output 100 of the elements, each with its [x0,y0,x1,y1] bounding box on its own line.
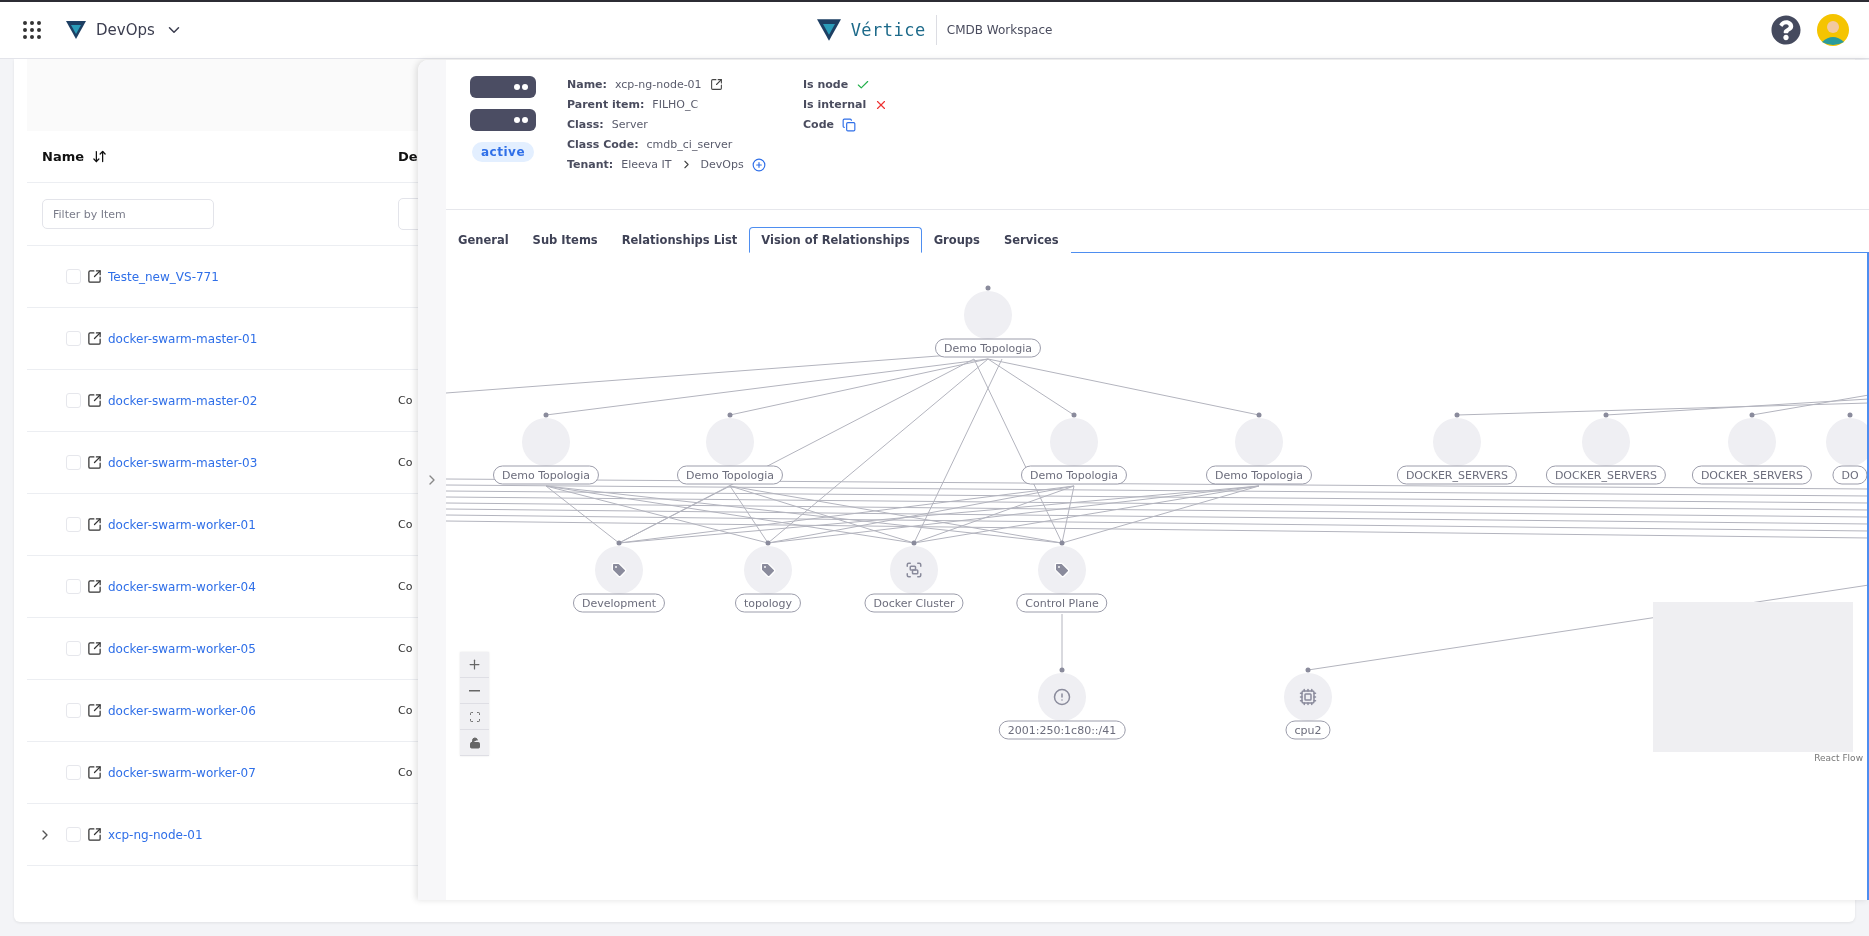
node-circle [1235,418,1283,466]
table-cell: Co [398,394,413,407]
node-label[interactable]: Demo Topologia [935,338,1041,358]
handle-dot [1256,412,1262,418]
node-label[interactable]: topology [735,593,801,613]
table-cell: Co [398,580,413,593]
copy-icon[interactable] [841,117,856,132]
node-label[interactable]: Docker Cluster [864,593,964,613]
item-link[interactable]: docker-swarm-worker-01 [108,517,256,532]
plus-icon [467,657,482,672]
item-link[interactable]: xcp-ng-node-01 [108,827,203,842]
table-cell: Co [398,642,413,655]
row-checkbox[interactable] [66,579,81,594]
item-link[interactable]: Teste_new_VS-771 [108,269,219,284]
handle-dot [911,540,917,546]
lock-button[interactable] [460,730,489,756]
external-link-icon[interactable] [87,765,102,780]
row-checkbox[interactable] [66,827,81,842]
node-label[interactable]: Demo Topologia [677,465,783,485]
field-value: cmdb_ci_server [646,138,733,151]
node-label[interactable]: Demo Topologia [493,465,599,485]
row-checkbox[interactable] [66,765,81,780]
zoom-in-button[interactable] [460,652,489,678]
field-value: FILHO_C [652,98,699,111]
node-label[interactable]: DOCKER_SERVERS [1396,465,1518,485]
node-circle [1728,418,1776,466]
avatar-icon[interactable] [1817,14,1849,46]
handle-dot [727,412,733,418]
handle-dot [1454,412,1460,418]
field-value: Server [611,118,648,131]
external-link-icon[interactable] [709,78,723,91]
item-link[interactable]: docker-swarm-master-03 [108,455,258,470]
row-checkbox[interactable] [66,517,81,532]
item-link[interactable]: docker-swarm-master-01 [108,331,258,346]
row-checkbox[interactable] [66,455,81,470]
attribution-link[interactable]: React Flow [1814,753,1863,763]
table-cell: Co [398,704,413,717]
node-label[interactable]: 2001:250:1c80::/41 [998,720,1126,740]
handle-dot [1059,667,1065,673]
handle-dot [1305,667,1311,673]
server-icon [470,76,536,134]
row-checkbox[interactable] [66,641,81,656]
node-label[interactable]: cpu2 [1285,720,1331,740]
field-label: Is internal [803,98,867,111]
external-link-icon[interactable] [87,393,102,408]
table-cell: Co [398,456,413,469]
handle-dot [1059,540,1065,546]
help-icon[interactable] [1771,15,1801,45]
row-checkbox[interactable] [66,331,81,346]
row-checkbox[interactable] [66,269,81,284]
item-link[interactable]: docker-swarm-worker-05 [108,641,256,656]
external-link-icon[interactable] [87,269,102,284]
external-link-icon[interactable] [87,703,102,718]
node-label[interactable]: Demo Topologia [1206,465,1312,485]
apps-menu-button[interactable] [20,18,44,42]
column-header: Name [42,149,84,164]
node-label[interactable]: Development [572,593,666,613]
field-value: xcp-ng-node-01 [614,78,702,91]
node-circle [522,418,570,466]
node-label[interactable]: DOCKER_SERVERS [1691,465,1813,485]
external-link-icon[interactable] [87,455,102,470]
handle-dot [543,412,549,418]
add-icon[interactable] [751,157,766,172]
lock-icon [468,736,481,749]
node-label[interactable]: DOCKER_SERVERS [1545,465,1667,485]
status-badge: active [472,142,535,162]
external-link-icon[interactable] [87,827,102,842]
node-circle [1582,418,1630,466]
node-label[interactable]: Demo Topologia [1021,465,1127,485]
row-checkbox[interactable] [66,393,81,408]
field-value: Eleeva IT [621,158,672,171]
external-link-icon[interactable] [87,517,102,532]
item-link[interactable]: docker-swarm-worker-07 [108,765,256,780]
field-label: Class Code: [567,138,639,151]
tab[interactable]: Vision of Relationships [749,227,922,253]
field-label: Code [803,118,834,131]
workspace-selector[interactable]: DevOps [62,17,187,43]
logo-icon [66,21,86,39]
table-cell: Co [398,518,413,531]
item-link[interactable]: docker-swarm-master-02 [108,393,258,408]
sort-icon[interactable] [92,149,107,164]
fit-view-button[interactable] [460,704,489,730]
item-link[interactable]: docker-swarm-worker-04 [108,579,256,594]
filter-field[interactable]: Filter by Item [42,199,214,229]
external-link-icon[interactable] [87,641,102,656]
node-circle [706,418,754,466]
handle-dot [1071,412,1077,418]
row-checkbox[interactable] [66,703,81,718]
brand-logo-icon [816,19,841,41]
external-link-icon[interactable] [87,579,102,594]
item-link[interactable]: docker-swarm-worker-06 [108,703,256,718]
handle-dot [1603,412,1609,418]
node-circle [1826,418,1867,466]
node-circle [1433,418,1481,466]
alert-icon [1053,688,1071,706]
node-label[interactable]: Control Plane [1016,593,1108,613]
node-circle [1050,418,1098,466]
minus-icon [469,689,480,692]
external-link-icon[interactable] [87,331,102,346]
node-label[interactable]: DO [1832,465,1867,485]
